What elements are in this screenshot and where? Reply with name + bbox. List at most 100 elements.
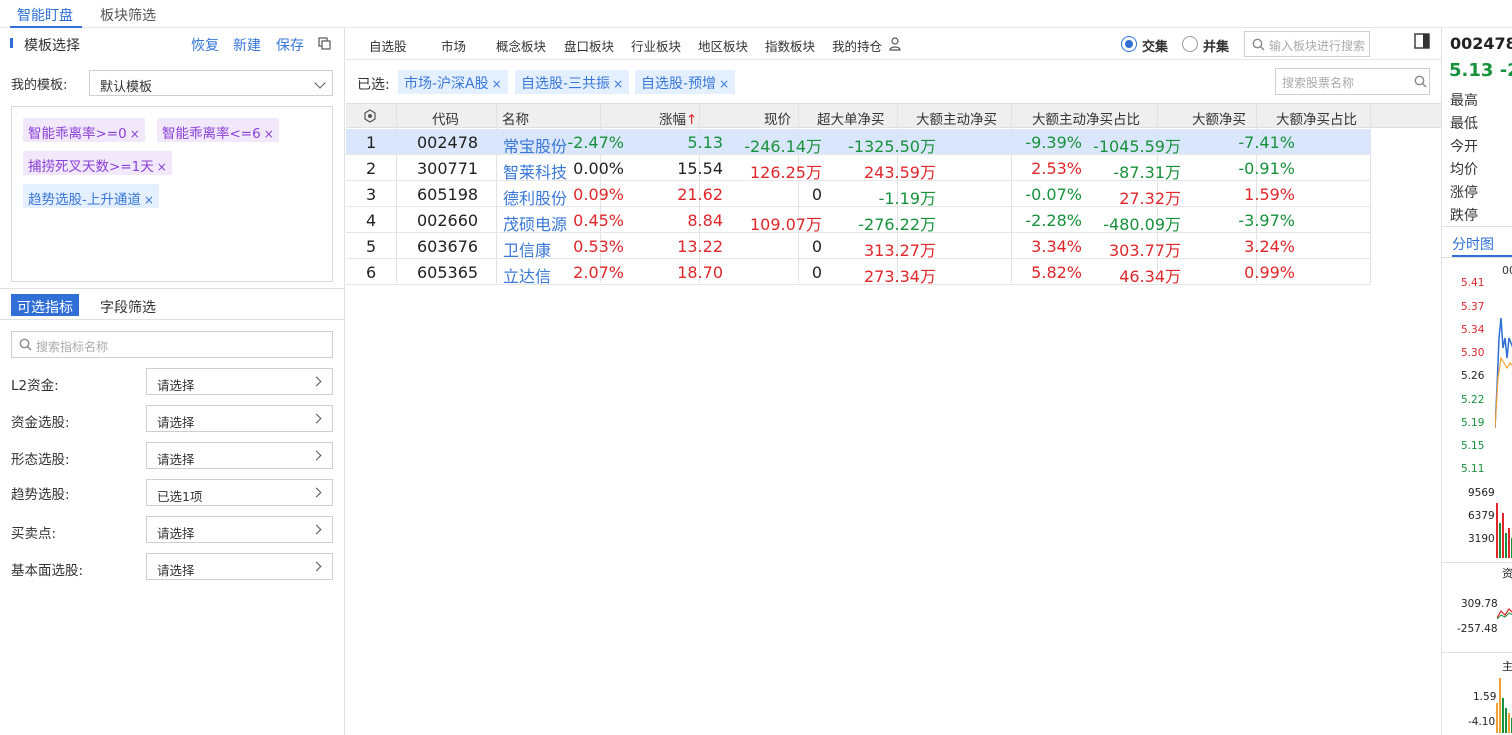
l2-funds-label: L2资金: [11, 378, 59, 394]
price-axis-tick: 5.22 [1461, 394, 1485, 406]
tab-field-filter[interactable]: 字段筛选 [94, 294, 162, 316]
table-row[interactable]: 6 605365 立达信 2.07% 18.70 0 273.34万 5.82%… [346, 259, 1371, 287]
large-active-pct: -0.07% [1025, 185, 1082, 204]
change-pct: -2.47% [567, 133, 624, 152]
large-active-net: -276.22万 [858, 215, 936, 234]
large-net-pct: 3.24% [1244, 237, 1295, 256]
col-change[interactable]: 涨幅↑ [659, 108, 697, 128]
stock-name[interactable]: 常宝股份 [503, 133, 567, 157]
chart-code-label: 002 [1502, 264, 1512, 277]
col-large-net-pct[interactable]: 大额净买占比 [1276, 108, 1357, 128]
col-large-net[interactable]: 大额净买 [1192, 108, 1246, 128]
chevron-right-icon [311, 413, 322, 424]
intersect-radio[interactable] [1121, 36, 1137, 52]
l2-funds-select[interactable]: 请选择 [146, 368, 333, 395]
col-large-active-net[interactable]: 大额主动净买 [916, 108, 997, 128]
stock-code: 002478 [417, 133, 479, 152]
table-row[interactable]: 5 603676 卫信康 0.53% 13.22 0 313.27万 3.34%… [346, 233, 1371, 261]
col-large-active-pct[interactable]: 大额主动净买占比 [1032, 108, 1140, 128]
template-panel: 模板选择 恢复 新建 保存 我的模板: 默认模板 智能乖离率>=0 × 智能乖离率… [0, 28, 345, 735]
price-axis-tick: 5.11 [1461, 463, 1485, 475]
fund-pick-label: 资金选股: [11, 415, 70, 431]
table-row[interactable]: 4 002660 茂硕电源 0.45% 8.84 109.07万 -276.22… [346, 207, 1371, 235]
table-row[interactable]: 1 002478 常宝股份 -2.47% 5.13 -246.14万 -1325… [346, 129, 1371, 157]
remove-tag-icon[interactable]: × [719, 77, 729, 91]
remove-tag-icon[interactable]: × [492, 77, 502, 91]
remove-tag-icon[interactable]: × [144, 193, 154, 207]
nav-industry-sector[interactable]: 行业板块 [631, 36, 681, 55]
remove-tag-icon[interactable]: × [130, 127, 140, 141]
price-axis-tick: 5.37 [1461, 301, 1485, 313]
nav-tape-sector[interactable]: 盘口板块 [564, 36, 614, 55]
large-net: -87.31万 [1113, 163, 1181, 182]
stock-name[interactable]: 卫信康 [503, 237, 551, 261]
my-template-label: 我的模板: [11, 78, 68, 93]
col-name[interactable]: 名称 [502, 108, 529, 128]
change-pct: 0.09% [573, 185, 624, 204]
tab-intraday-chart[interactable]: 分时图 [1452, 234, 1494, 254]
table-row[interactable]: 3 605198 德利股份 0.09% 21.62 0 -1.19万 -0.07… [346, 181, 1371, 209]
panel-toggle-icon[interactable] [1414, 33, 1430, 53]
filter-tag: 捕捞死叉天数>=1天 × [23, 151, 172, 175]
filter-tag-box: 智能乖离率>=0 × 智能乖离率<=6 × 捕捞死叉天数>=1天 × 趋势选股-上升通… [11, 106, 333, 282]
remove-tag-icon[interactable]: × [157, 160, 167, 174]
nav-my-holdings[interactable]: 我的持仓 [832, 36, 882, 55]
super-large-net: -246.14万 [744, 137, 822, 156]
tab-optional-indicators[interactable]: 可选指标 [11, 294, 79, 316]
change-pct: 2.07% [573, 263, 624, 282]
tab-sector-filter[interactable]: 板块筛选 [100, 5, 156, 25]
nav-market[interactable]: 市场 [441, 36, 466, 55]
volume-axis-tick: 3190 [1468, 533, 1495, 545]
template-dropdown[interactable]: 默认模板 [89, 70, 333, 96]
nav-concept-sector[interactable]: 概念板块 [496, 36, 546, 55]
change-pct: 0.00% [573, 159, 624, 178]
nav-index-sector[interactable]: 指数板块 [765, 36, 815, 55]
restore-button[interactable]: 恢复 [191, 35, 219, 55]
price-axis-tick: 5.26 [1461, 370, 1485, 382]
fund-pick-select[interactable]: 请选择 [146, 405, 333, 432]
col-super-large-net[interactable]: 超大单净买 [817, 108, 885, 128]
tab-smart-monitor[interactable]: 智能盯盘 [17, 5, 73, 25]
user-icon[interactable] [889, 37, 901, 55]
stock-search-input[interactable]: 搜索股票名称 [1275, 68, 1430, 95]
copy-icon[interactable] [318, 37, 331, 54]
fundamental-select[interactable]: 请选择 [146, 553, 333, 580]
price-axis-tick: 5.30 [1461, 347, 1485, 359]
trend-pick-select[interactable]: 已选1项 [146, 479, 333, 506]
buy-sell-select[interactable]: 请选择 [146, 516, 333, 543]
divider [1442, 652, 1512, 653]
new-button[interactable]: 新建 [233, 35, 261, 55]
pattern-pick-label: 形态选股: [11, 452, 70, 468]
large-active-pct: -2.28% [1025, 211, 1082, 230]
template-select-title: 模板选择 [24, 38, 80, 54]
fund-axis-tick: 309.78 [1461, 598, 1498, 610]
stock-name[interactable]: 德利股份 [503, 185, 567, 209]
col-code[interactable]: 代码 [432, 108, 459, 128]
stock-code: 300771 [417, 159, 479, 178]
stock-name[interactable]: 茂硕电源 [503, 211, 567, 235]
selected-label: 已选: [357, 77, 390, 93]
sector-search-input[interactable]: 输入板块进行搜索 [1244, 31, 1370, 57]
pattern-pick-select[interactable]: 请选择 [146, 442, 333, 469]
col-price[interactable]: 现价 [764, 108, 791, 128]
stock-name[interactable]: 立达信 [503, 263, 551, 287]
divider [1442, 226, 1512, 227]
remove-tag-icon[interactable]: × [264, 127, 274, 141]
search-icon [1252, 38, 1265, 54]
large-active-net: -1325.50万 [848, 137, 936, 156]
divider [1442, 562, 1512, 563]
indicator-search-input[interactable]: 搜索指标名称 [11, 331, 333, 358]
chevron-right-icon [311, 487, 322, 498]
large-active-net: 273.34万 [864, 267, 936, 286]
super-large-net: 126.25万 [750, 163, 822, 182]
remove-tag-icon[interactable]: × [613, 77, 623, 91]
settings-icon[interactable] [363, 109, 377, 127]
table-row[interactable]: 2 300771 智莱科技 0.00% 15.54 126.25万 243.59… [346, 155, 1371, 183]
nav-watchlist[interactable]: 自选股 [369, 36, 407, 55]
large-active-net: 313.27万 [864, 241, 936, 260]
union-radio[interactable] [1182, 36, 1198, 52]
stock-name[interactable]: 智莱科技 [503, 159, 567, 183]
chevron-down-icon [314, 77, 326, 89]
save-button[interactable]: 保存 [276, 35, 304, 55]
nav-region-sector[interactable]: 地区板块 [698, 36, 748, 55]
